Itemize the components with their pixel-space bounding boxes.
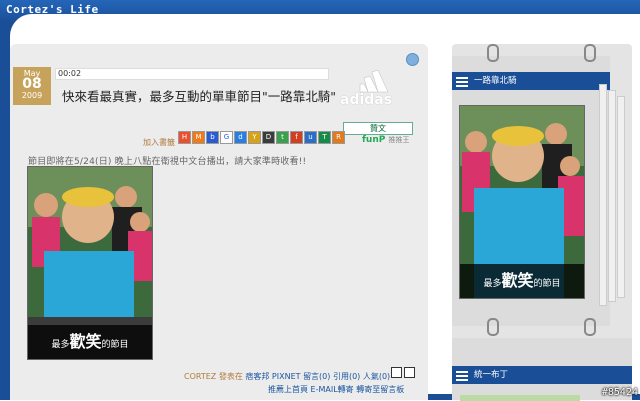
myshare-icon[interactable]: M bbox=[192, 131, 205, 144]
hemidemi-icon[interactable]: H bbox=[178, 131, 191, 144]
date-year: 2009 bbox=[21, 91, 43, 100]
funp-button[interactable]: funP 推推王 bbox=[362, 135, 409, 145]
sidebar-photo-caption: 最多歡笑的節目 bbox=[460, 264, 584, 298]
furl-icon[interactable]: f bbox=[290, 131, 303, 144]
post-photo[interactable]: 最多歡笑的節目 bbox=[27, 166, 153, 360]
page-tab bbox=[608, 90, 616, 302]
ring-icon bbox=[584, 318, 596, 336]
google-icon[interactable]: G bbox=[220, 131, 233, 144]
brand-text: adidas bbox=[340, 92, 393, 108]
footer-views: 人氣(0) bbox=[362, 372, 391, 381]
technorati-icon[interactable]: t bbox=[276, 131, 289, 144]
menu-icon bbox=[456, 371, 468, 383]
baidu-icon[interactable]: b bbox=[206, 131, 219, 144]
digg-icon[interactable]: D bbox=[262, 131, 275, 144]
post-footer-links[interactable]: 推薦上首頁 E-MAIL轉寄 轉寄至留言板 bbox=[268, 384, 404, 395]
footer-comments-link[interactable]: 留言(0) bbox=[303, 372, 330, 381]
widget-2-content bbox=[460, 395, 580, 401]
footer-trackback-link[interactable]: 引用(0) bbox=[333, 372, 360, 381]
date-day: 08 bbox=[22, 76, 42, 92]
edit-icon[interactable] bbox=[391, 367, 402, 378]
funp-label: funP bbox=[362, 135, 386, 145]
footer-author: CORTEZ 發表在 bbox=[184, 372, 243, 381]
post-time: 00:02 bbox=[55, 68, 329, 80]
page-tab bbox=[599, 84, 607, 306]
funp-sub: 推推王 bbox=[388, 136, 410, 144]
ring-icon bbox=[487, 318, 499, 336]
delicious-icon[interactable]: d bbox=[234, 131, 247, 144]
rss-icon[interactable]: R bbox=[332, 131, 345, 144]
footer-pixnet2-link[interactable]: PIXNET bbox=[272, 372, 301, 381]
edit-icons bbox=[391, 367, 415, 378]
photo-caption: 最多歡笑的節目 bbox=[28, 325, 152, 359]
like-button[interactable]: 贊文 bbox=[343, 122, 413, 135]
widget-1-header: 一路靠北騎 bbox=[452, 72, 610, 90]
sidebar-photo[interactable]: 最多歡笑的節目 bbox=[459, 105, 585, 299]
yahoo-icon[interactable]: Y bbox=[248, 131, 261, 144]
menu-icon bbox=[456, 77, 468, 89]
watermark: #85424 bbox=[601, 387, 638, 398]
post-footer: CORTEZ 發表在 痞客邦 PIXNET 留言(0) 引用(0) 人氣(0) bbox=[184, 371, 390, 382]
footer-pixnet-link[interactable]: 痞客邦 bbox=[245, 372, 269, 381]
bookmark-icons: H M b G d Y D t f u T R bbox=[178, 131, 345, 144]
ring-icon bbox=[487, 44, 499, 62]
delete-icon[interactable] bbox=[404, 367, 415, 378]
ring-icon bbox=[584, 44, 596, 62]
bookmark-label: 加入書籤 bbox=[143, 138, 175, 147]
widget-2-header: 統一布丁 bbox=[452, 366, 632, 384]
post-date: May 08 2009 bbox=[13, 67, 51, 105]
twitter-icon[interactable]: T bbox=[318, 131, 331, 144]
udn-icon[interactable]: u bbox=[304, 131, 317, 144]
page-tab bbox=[617, 96, 625, 298]
post-title[interactable]: 快來看最真實，最多互動的單車節目"一路靠北騎" bbox=[62, 86, 336, 105]
